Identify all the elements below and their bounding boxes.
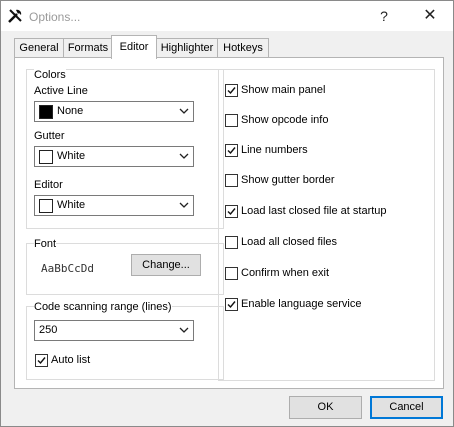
font-sample: AaBbCcDd bbox=[41, 262, 94, 275]
show-main-panel-checkbox[interactable] bbox=[225, 84, 238, 97]
tab-label: General bbox=[19, 42, 59, 54]
confirm-exit-checkbox[interactable] bbox=[225, 267, 238, 280]
options-dialog: Options... ? ✕ General Formats Editor Hi… bbox=[0, 0, 454, 427]
font-group-label: Font bbox=[34, 238, 57, 250]
line-numbers-label: Line numbers bbox=[241, 144, 308, 156]
show-gutter-border-label: Show gutter border bbox=[241, 174, 335, 186]
title-bar: Options... ? ✕ bbox=[1, 1, 453, 31]
scanning-range-combo[interactable]: 250 bbox=[34, 320, 194, 341]
close-icon[interactable]: ✕ bbox=[422, 8, 438, 24]
load-last-closed-checkbox[interactable] bbox=[225, 205, 238, 218]
active-line-label: Active Line bbox=[34, 85, 88, 97]
code-scanning-group-label: Code scanning range (lines) bbox=[34, 301, 172, 313]
tab-label: Formats bbox=[67, 42, 109, 54]
show-opcode-info-label: Show opcode info bbox=[241, 114, 329, 126]
load-all-closed-checkbox[interactable] bbox=[225, 236, 238, 249]
chevron-down-icon bbox=[179, 108, 189, 114]
auto-list-checkbox[interactable] bbox=[35, 354, 48, 367]
colors-group-label: Colors bbox=[34, 69, 66, 81]
checkmark-icon bbox=[227, 87, 236, 95]
tab-hotkeys[interactable]: Hotkeys bbox=[217, 38, 269, 58]
button-label: Change... bbox=[142, 259, 190, 271]
checkmark-icon bbox=[227, 208, 236, 216]
chevron-down-icon bbox=[179, 202, 189, 208]
show-opcode-info-checkbox[interactable] bbox=[225, 114, 238, 127]
combo-value: None bbox=[57, 105, 84, 117]
line-numbers-checkbox[interactable] bbox=[225, 144, 238, 157]
color-swatch bbox=[39, 199, 53, 213]
show-main-panel-label: Show main panel bbox=[241, 84, 326, 96]
button-label: OK bbox=[317, 401, 334, 413]
active-line-combo[interactable]: None bbox=[34, 101, 194, 122]
combo-value: White bbox=[57, 199, 86, 211]
tab-label: Editor bbox=[119, 41, 149, 53]
load-last-closed-label: Load last closed file at startup bbox=[241, 205, 387, 217]
chevron-down-icon bbox=[179, 327, 189, 333]
change-font-button[interactable]: Change... bbox=[131, 254, 201, 276]
chevron-down-icon bbox=[179, 153, 189, 159]
combo-value: White bbox=[57, 150, 86, 162]
ok-button[interactable]: OK bbox=[289, 396, 362, 419]
tab-formats[interactable]: Formats bbox=[63, 38, 113, 58]
code-scanning-group bbox=[26, 306, 224, 380]
editor-tab-panel: Colors Active Line None Gutter White Edi… bbox=[14, 57, 444, 389]
tab-label: Highlighter bbox=[160, 42, 214, 54]
button-label: Cancel bbox=[389, 401, 424, 413]
load-all-closed-label: Load all closed files bbox=[241, 236, 338, 248]
tab-highlighter[interactable]: Highlighter bbox=[156, 38, 218, 58]
editor-combo[interactable]: White bbox=[34, 195, 194, 216]
checkmark-icon bbox=[227, 147, 236, 155]
checkmark-icon bbox=[227, 301, 236, 309]
language-service-label: Enable language service bbox=[241, 298, 362, 310]
color-swatch bbox=[39, 105, 53, 119]
checkmark-icon bbox=[37, 357, 46, 365]
gutter-label: Gutter bbox=[34, 130, 65, 142]
language-service-checkbox[interactable] bbox=[225, 298, 238, 311]
show-gutter-border-checkbox[interactable] bbox=[225, 174, 238, 187]
tab-label: Hotkeys bbox=[223, 42, 263, 54]
combo-value: 250 bbox=[39, 324, 58, 336]
auto-list-label: Auto list bbox=[51, 354, 91, 366]
help-icon[interactable]: ? bbox=[376, 8, 392, 24]
confirm-exit-label: Confirm when exit bbox=[241, 267, 330, 279]
tab-general[interactable]: General bbox=[14, 38, 64, 58]
cancel-button[interactable]: Cancel bbox=[370, 396, 443, 419]
color-swatch bbox=[39, 150, 53, 164]
tab-editor[interactable]: Editor bbox=[111, 35, 157, 59]
editor-label: Editor bbox=[34, 179, 63, 191]
window-title: Options... bbox=[29, 10, 81, 24]
gutter-combo[interactable]: White bbox=[34, 146, 194, 167]
tools-icon bbox=[8, 9, 22, 23]
